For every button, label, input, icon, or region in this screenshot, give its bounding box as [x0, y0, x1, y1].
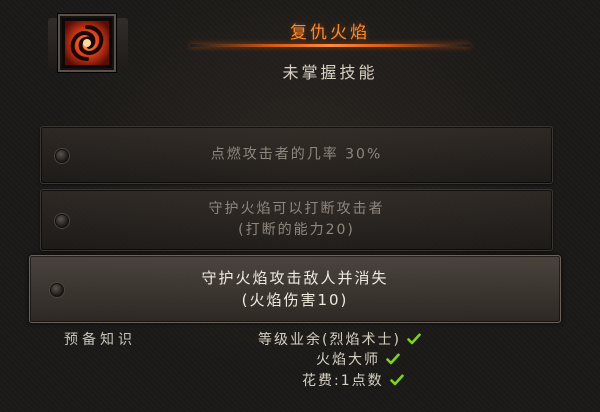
check-icon: [389, 374, 404, 386]
rune-radio-3[interactable]: [50, 283, 64, 297]
prerequisite-item: 火焰大师: [316, 349, 400, 369]
rune-line: 点燃攻击者的几率 30%: [210, 146, 383, 163]
skill-icon-frame: [48, 10, 128, 76]
skill-icon-button[interactable]: [58, 14, 116, 72]
rune-line: (打断的能力20): [238, 222, 355, 238]
rune-description-1: 点燃攻击者的几率 30%: [81, 145, 512, 166]
skill-status: 未掌握技能: [282, 63, 378, 82]
prerequisites-label: 预备知识: [64, 332, 136, 348]
check-icon: [407, 333, 421, 345]
flame-swirl-icon: [65, 21, 109, 65]
prerequisite-item: 等级业余(烈焰术士): [258, 329, 421, 349]
title-divider: [190, 44, 470, 47]
rune-line: (火焰伤害10): [241, 291, 349, 309]
rune-option-2[interactable]: 守护火焰可以打断攻击者 (打断的能力20): [40, 189, 553, 251]
prerequisite-text: 火焰大师: [316, 352, 380, 368]
rune-radio-2[interactable]: [55, 214, 69, 228]
skill-detail-panel: 复仇火焰 未掌握技能 点燃攻击者的几率 30% 守护火焰可以打断攻击者 (打断的…: [0, 0, 600, 412]
prerequisite-text: 花费:1点数: [302, 373, 384, 389]
rune-description-3: 守护火焰攻击敌人并消失 (火焰伤害10): [70, 267, 520, 311]
rune-line: 守护火焰可以打断攻击者: [208, 201, 385, 217]
rune-line: 守护火焰攻击敌人并消失: [201, 269, 389, 287]
prerequisite-text: 等级业余(烈焰术士): [258, 332, 401, 348]
skill-title: 复仇火焰: [290, 23, 370, 43]
prerequisite-item: 花费:1点数: [302, 370, 404, 390]
check-icon: [386, 353, 400, 365]
rune-description-2: 守护火焰可以打断攻击者 (打断的能力20): [81, 199, 512, 241]
rune-option-1[interactable]: 点燃攻击者的几率 30%: [40, 126, 553, 184]
rune-option-3-selected[interactable]: 守护火焰攻击敌人并消失 (火焰伤害10): [29, 255, 561, 323]
rune-radio-1[interactable]: [55, 149, 69, 163]
